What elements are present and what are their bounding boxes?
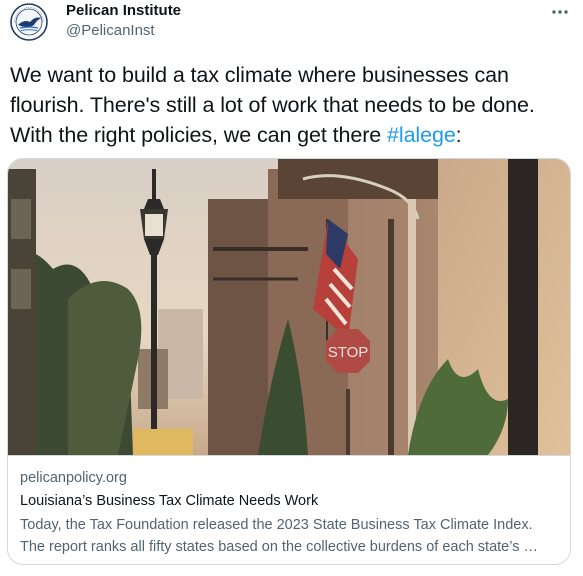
link-card[interactable]: STOP pelicanpolicy.org Louisiana’s Busin… bbox=[7, 158, 571, 565]
card-title: Louisiana’s Business Tax Climate Needs W… bbox=[20, 493, 319, 509]
card-image[interactable]: STOP bbox=[8, 159, 570, 455]
card-description-line-1: Today, the Tax Foundation released the 2… bbox=[20, 517, 533, 533]
card-domain: pelicanpolicy.org bbox=[20, 470, 127, 486]
tweet[interactable]: Pelican Institute @PelicanInst We want t… bbox=[0, 0, 583, 576]
hashtag-link[interactable]: #lalege bbox=[387, 123, 456, 147]
card-description: Today, the Tax Foundation released the 2… bbox=[20, 514, 560, 558]
card-body[interactable]: pelicanpolicy.org Louisiana’s Business T… bbox=[8, 455, 570, 564]
stop-sign-text: STOP bbox=[328, 344, 369, 361]
more-options-icon[interactable] bbox=[549, 4, 571, 20]
account-handle[interactable]: @PelicanInst bbox=[66, 22, 155, 40]
card-description-line-2: The report ranks all fifty states based … bbox=[20, 539, 538, 555]
pelican-logo-icon[interactable] bbox=[10, 3, 48, 41]
tweet-text: We want to build a tax climate where bus… bbox=[10, 60, 575, 150]
tweet-text-end: : bbox=[455, 123, 462, 147]
account-name[interactable]: Pelican Institute bbox=[66, 2, 181, 20]
